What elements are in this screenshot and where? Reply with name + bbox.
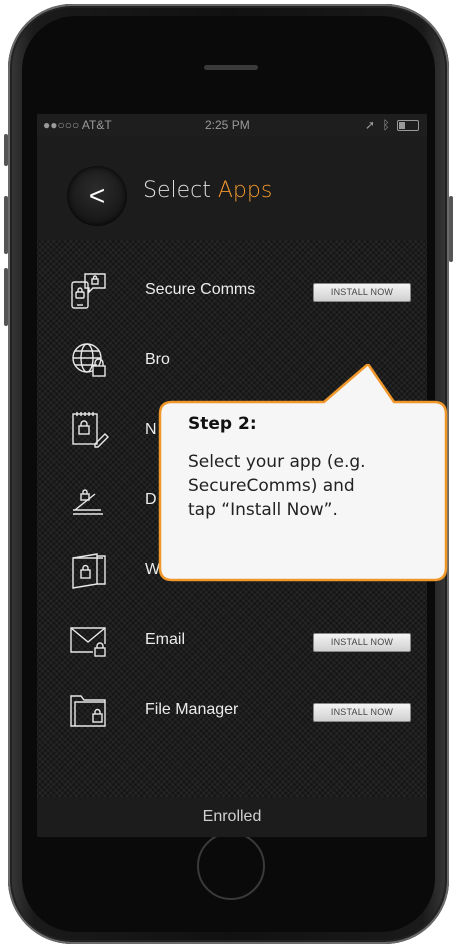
back-button[interactable]: < bbox=[67, 166, 127, 226]
install-now-button[interactable]: INSTALL NOW bbox=[313, 703, 411, 722]
title-accent: Apps bbox=[217, 178, 273, 203]
install-now-button[interactable]: INSTALL NOW bbox=[313, 633, 411, 652]
app-row-secure-comms[interactable]: Secure Comms INSTALL NOW bbox=[37, 262, 427, 332]
wallet-icon bbox=[72, 553, 106, 589]
email-icon bbox=[70, 627, 106, 657]
home-button[interactable] bbox=[197, 832, 265, 900]
app-label: Secure Comms bbox=[145, 281, 256, 298]
location-icon: ➚ bbox=[365, 118, 376, 132]
callout-body: Select your app (e.g. SecureComms) and t… bbox=[188, 450, 438, 522]
app-label: File Manager bbox=[145, 701, 239, 718]
volume-down-button bbox=[4, 268, 8, 326]
app-label: D bbox=[145, 491, 157, 508]
enrolled-footer: Enrolled bbox=[37, 797, 427, 837]
notes-icon bbox=[72, 412, 109, 448]
app-row-email[interactable]: Email INSTALL NOW bbox=[37, 612, 427, 682]
secure-comms-icon bbox=[71, 273, 106, 309]
title-text: Select bbox=[143, 178, 218, 203]
clock: 2:25 PM bbox=[205, 118, 250, 132]
bluetooth-icon: ᛒ bbox=[382, 118, 390, 132]
power-button bbox=[449, 196, 453, 262]
callout-step: Step 2: bbox=[188, 414, 257, 434]
install-now-button[interactable]: INSTALL NOW bbox=[313, 283, 411, 302]
app-row-file-manager[interactable]: File Manager INSTALL NOW bbox=[37, 682, 427, 752]
file-manager-icon bbox=[70, 695, 106, 727]
status-bar: ●●○○○ AT&T 2:25 PM ➚ ᛒ bbox=[37, 114, 427, 136]
app-label: N bbox=[145, 421, 157, 438]
callout-line-1: Select your app (e.g. bbox=[188, 452, 366, 472]
volume-up-button bbox=[4, 196, 8, 254]
page-header: < Select Apps bbox=[37, 136, 427, 240]
callout-line-2: SecureComms) and bbox=[188, 476, 355, 496]
page-title: Select Apps bbox=[143, 178, 272, 203]
app-label: Email bbox=[145, 631, 186, 648]
earpiece-speaker bbox=[204, 65, 258, 70]
mute-switch bbox=[4, 134, 8, 166]
carrier-label: ●●○○○ AT&T bbox=[43, 118, 112, 132]
callout-line-3: tap “Install Now”. bbox=[188, 500, 338, 520]
status-icons: ➚ ᛒ bbox=[365, 118, 419, 132]
documents-icon bbox=[73, 489, 103, 515]
tutorial-callout: Step 2: Select your app (e.g. SecureComm… bbox=[158, 364, 448, 582]
browser-icon bbox=[72, 343, 106, 377]
battery-icon bbox=[397, 120, 419, 132]
